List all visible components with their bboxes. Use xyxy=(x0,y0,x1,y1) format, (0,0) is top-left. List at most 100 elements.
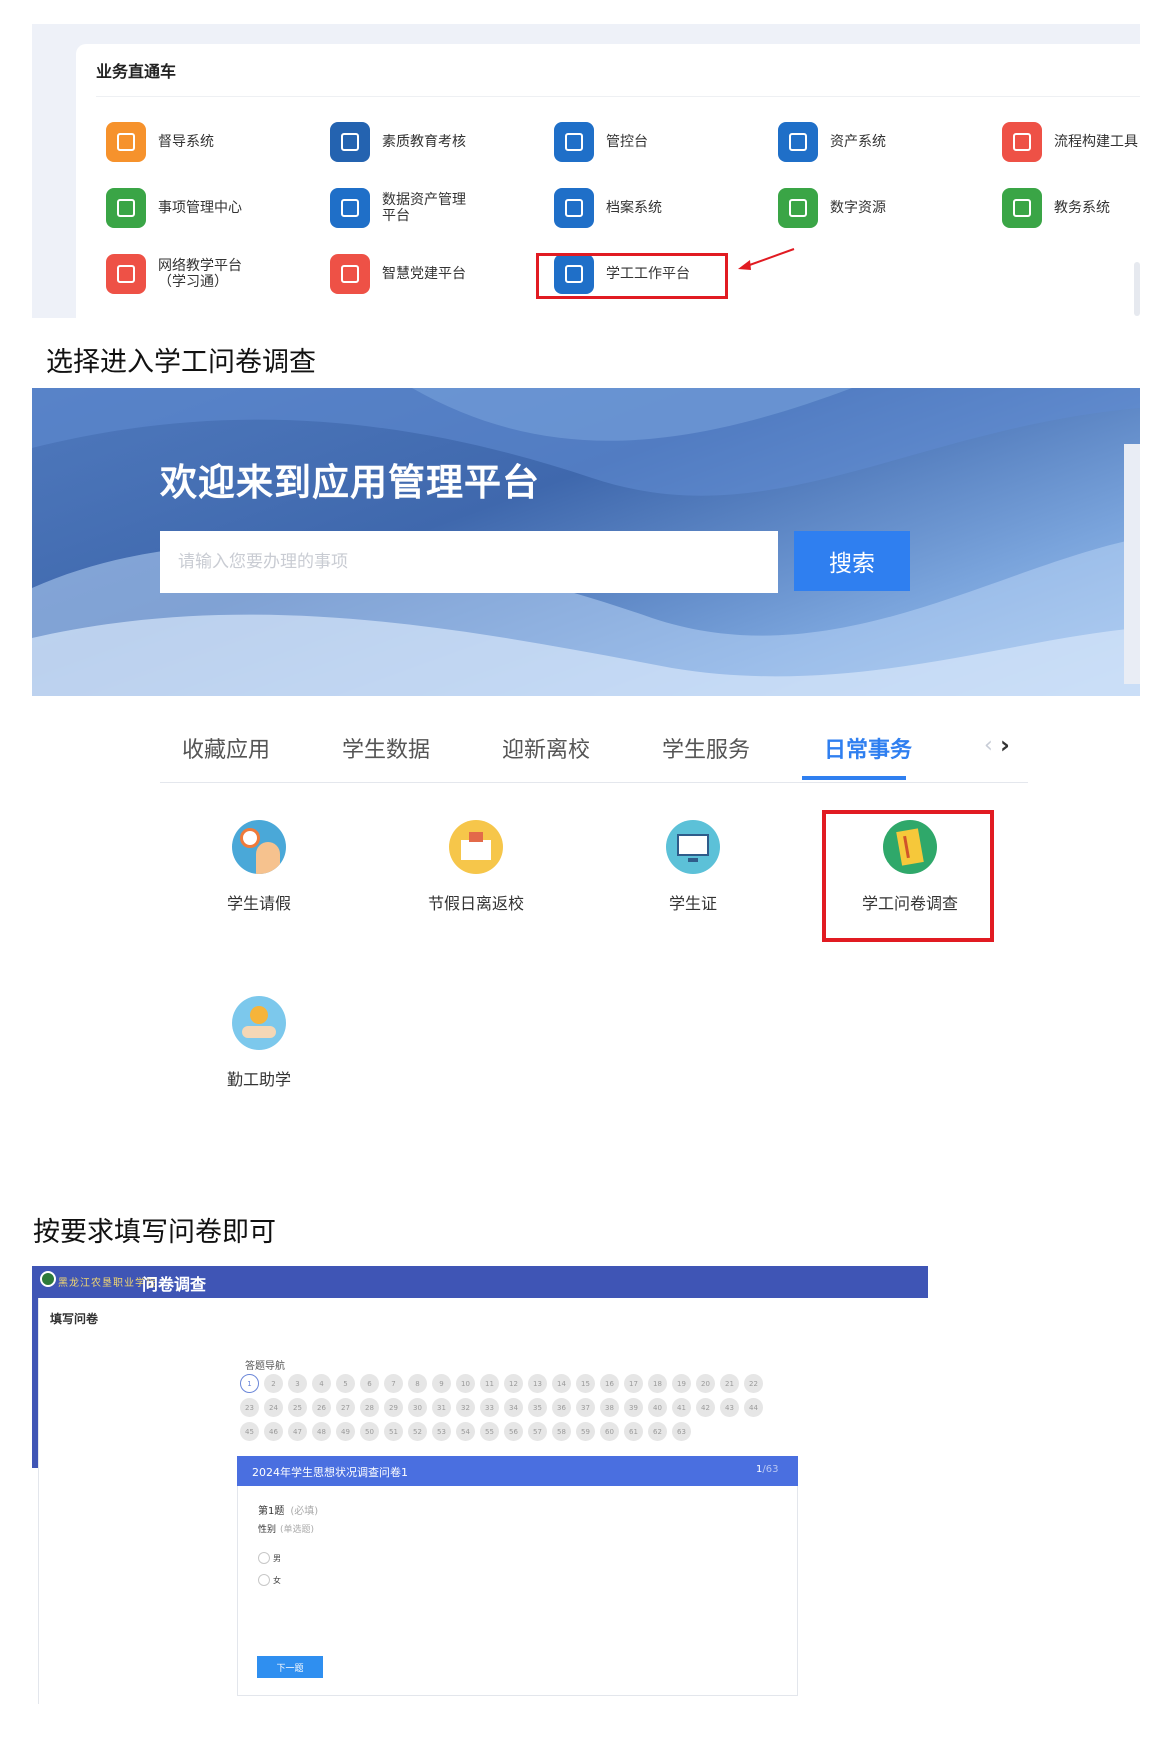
question-nav-dot[interactable]: 54 xyxy=(456,1422,475,1441)
presentation-icon xyxy=(330,254,370,294)
question-nav-dot[interactable]: 40 xyxy=(648,1398,667,1417)
question-nav-dot[interactable]: 9 xyxy=(432,1374,451,1393)
chevron-left-icon[interactable]: ‹ xyxy=(984,733,993,758)
scrollbar[interactable] xyxy=(1124,444,1140,684)
question-nav-dot[interactable]: 47 xyxy=(288,1422,307,1441)
question-nav-dot[interactable]: 42 xyxy=(696,1398,715,1417)
question-nav-dot[interactable]: 6 xyxy=(360,1374,379,1393)
question-nav-dot[interactable]: 25 xyxy=(288,1398,307,1417)
question-nav-dot[interactable]: 52 xyxy=(408,1422,427,1441)
question-nav-dot[interactable]: 27 xyxy=(336,1398,355,1417)
tab-favorites[interactable]: 收藏应用 xyxy=(182,732,270,764)
question-nav-dot[interactable]: 53 xyxy=(432,1422,451,1441)
question-nav-dot[interactable]: 8 xyxy=(408,1374,427,1393)
question-nav-dot[interactable]: 20 xyxy=(696,1374,715,1393)
tab-enrollment[interactable]: 迎新离校 xyxy=(502,732,590,764)
question-nav-dot[interactable]: 63 xyxy=(672,1422,691,1441)
question-nav-dot[interactable]: 60 xyxy=(600,1422,619,1441)
app-item[interactable]: 数字资源 xyxy=(778,186,886,230)
app-item[interactable]: 素质教育考核 xyxy=(330,120,466,164)
service-holiday-leave[interactable]: 节假日离返校 xyxy=(396,820,556,914)
question-nav-dot[interactable]: 44 xyxy=(744,1398,763,1417)
question-nav-dot[interactable]: 38 xyxy=(600,1398,619,1417)
app-item[interactable]: 数据资产管理 平台 xyxy=(330,186,466,230)
question-nav-dot[interactable]: 2 xyxy=(264,1374,283,1393)
question-nav-dot[interactable]: 46 xyxy=(264,1422,283,1441)
app-item[interactable]: 网络教学平台 （学习通） xyxy=(106,252,242,296)
question-nav-dot[interactable]: 41 xyxy=(672,1398,691,1417)
question-nav-dot[interactable]: 61 xyxy=(624,1422,643,1441)
app-label: 督导系统 xyxy=(158,134,214,150)
app-item[interactable]: 流程构建工具 xyxy=(1002,120,1138,164)
option-female[interactable]: 女 xyxy=(258,1574,281,1586)
question-nav-dot[interactable]: 22 xyxy=(744,1374,763,1393)
question-nav-dot[interactable]: 17 xyxy=(624,1374,643,1393)
question-nav-dot[interactable]: 7 xyxy=(384,1374,403,1393)
question-nav-dot[interactable]: 39 xyxy=(624,1398,643,1417)
question-nav-dot[interactable]: 29 xyxy=(384,1398,403,1417)
question-nav-dot[interactable]: 55 xyxy=(480,1422,499,1441)
question-nav-dot[interactable]: 34 xyxy=(504,1398,523,1417)
question-nav-dot[interactable]: 56 xyxy=(504,1422,523,1441)
app-item[interactable]: 事项管理中心 xyxy=(106,186,242,230)
question-nav-dot[interactable]: 58 xyxy=(552,1422,571,1441)
question-nav-dot[interactable]: 30 xyxy=(408,1398,427,1417)
option-male[interactable]: 男 xyxy=(258,1552,281,1564)
answer-navigation-label: 答题导航 xyxy=(245,1361,285,1372)
instruction-caption: 选择进入学工问卷调查 xyxy=(46,347,316,378)
app-item[interactable]: 教务系统 xyxy=(1002,186,1110,230)
app-item[interactable]: 管控台 xyxy=(554,120,648,164)
search-button[interactable]: 搜索 xyxy=(794,531,910,591)
question-nav-dot[interactable]: 28 xyxy=(360,1398,379,1417)
question-nav-dot[interactable]: 24 xyxy=(264,1398,283,1417)
app-item[interactable]: 督导系统 xyxy=(106,120,214,164)
question-nav-dot[interactable]: 13 xyxy=(528,1374,547,1393)
question-nav-dot[interactable]: 12 xyxy=(504,1374,523,1393)
question-nav-dot[interactable]: 35 xyxy=(528,1398,547,1417)
app-item[interactable]: 资产系统 xyxy=(778,120,886,164)
question-nav-dot[interactable]: 16 xyxy=(600,1374,619,1393)
app-item[interactable]: 智慧党建平台 xyxy=(330,252,466,296)
question-nav-dot[interactable]: 62 xyxy=(648,1422,667,1441)
question-nav-dot[interactable]: 4 xyxy=(312,1374,331,1393)
tab-student-data[interactable]: 学生数据 xyxy=(342,732,430,764)
service-student-id[interactable]: 学生证 xyxy=(613,820,773,914)
question-nav-dot[interactable]: 11 xyxy=(480,1374,499,1393)
question-nav-dot[interactable]: 15 xyxy=(576,1374,595,1393)
question-nav-dot[interactable]: 43 xyxy=(720,1398,739,1417)
search-input[interactable] xyxy=(160,531,778,593)
question-nav-dot[interactable]: 1 xyxy=(240,1374,259,1393)
question-nav-dot[interactable]: 21 xyxy=(720,1374,739,1393)
question-nav-dot[interactable]: 23 xyxy=(240,1398,259,1417)
chevron-right-icon[interactable]: › xyxy=(1000,731,1010,759)
question-nav-dot[interactable]: 50 xyxy=(360,1422,379,1441)
question-nav-dot[interactable]: 31 xyxy=(432,1398,451,1417)
question-nav-dot[interactable]: 3 xyxy=(288,1374,307,1393)
question-nav-dot[interactable]: 51 xyxy=(384,1422,403,1441)
scrollbar[interactable] xyxy=(1134,262,1140,316)
question-nav-dot[interactable]: 49 xyxy=(336,1422,355,1441)
tab-student-services[interactable]: 学生服务 xyxy=(662,732,750,764)
question-nav-dot[interactable]: 14 xyxy=(552,1374,571,1393)
question-nav-dot[interactable]: 45 xyxy=(240,1422,259,1441)
question-nav-dot[interactable]: 32 xyxy=(456,1398,475,1417)
app-item[interactable]: 档案系统 xyxy=(554,186,662,230)
question-nav-dot[interactable]: 33 xyxy=(480,1398,499,1417)
service-work-study[interactable]: 勤工助学 xyxy=(179,996,339,1090)
tab-daily-affairs[interactable]: 日常事务 xyxy=(824,732,912,764)
question-nav-dot[interactable]: 48 xyxy=(312,1422,331,1441)
question-nav-dot[interactable]: 57 xyxy=(528,1422,547,1441)
question-nav-dot[interactable]: 10 xyxy=(456,1374,475,1393)
question-nav-dot[interactable]: 5 xyxy=(336,1374,355,1393)
radio-button[interactable] xyxy=(258,1574,270,1586)
next-question-button[interactable]: 下一题 xyxy=(257,1656,323,1678)
question-nav-dot[interactable]: 19 xyxy=(672,1374,691,1393)
service-student-leave[interactable]: 学生请假 xyxy=(179,820,339,914)
question-nav-dot[interactable]: 26 xyxy=(312,1398,331,1417)
question-nav-dot[interactable]: 37 xyxy=(576,1398,595,1417)
question-nav-dot[interactable]: 18 xyxy=(648,1374,667,1393)
radio-button[interactable] xyxy=(258,1552,270,1564)
question-nav-dot[interactable]: 59 xyxy=(576,1422,595,1441)
app-label: 流程构建工具 xyxy=(1054,134,1138,150)
question-nav-dot[interactable]: 36 xyxy=(552,1398,571,1417)
